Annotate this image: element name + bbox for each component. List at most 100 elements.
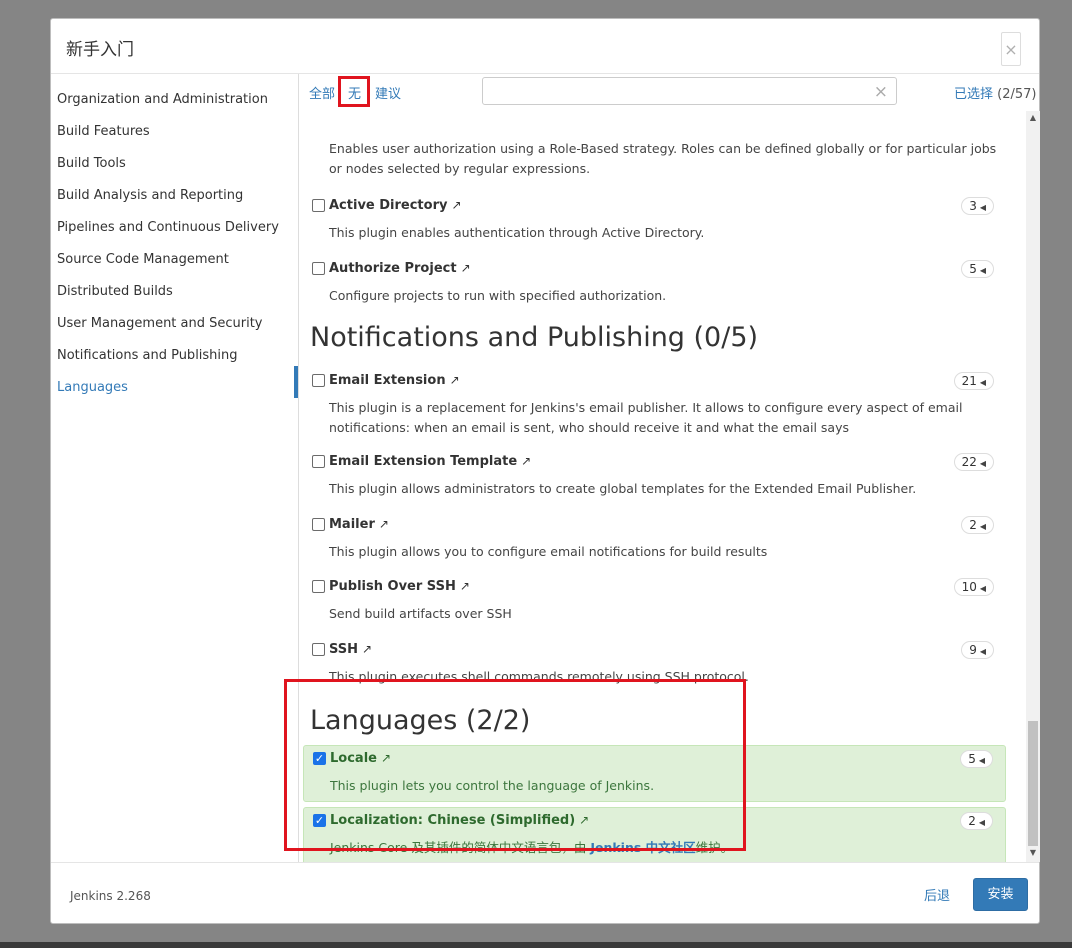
plugin-name[interactable]: SSH ↗ <box>329 642 372 657</box>
category-sidebar: Organization and Administration Build Fe… <box>51 74 299 862</box>
plugin-role-strategy: Enables user authorization using a Role-… <box>303 115 1006 176</box>
dialog-title: 新手入门 <box>66 40 134 60</box>
plugin-active-directory: Active Directory ↗ 3 ◀ This plugin enables… <box>303 193 1006 243</box>
plugin-checkbox[interactable] <box>312 262 325 275</box>
plugin-name-text[interactable]: Publish Over SSH <box>329 579 456 594</box>
selected-count-value: (2/57) <box>997 87 1037 102</box>
external-link-icon[interactable]: ↗ <box>461 261 471 275</box>
dependency-count: 3 <box>969 199 977 213</box>
plugin-description: This plugin is a replacement for Jenkins… <box>329 400 963 435</box>
dependency-count: 9 <box>969 643 977 657</box>
sidebar-item-user-management-security[interactable]: User Management and Security <box>57 316 263 331</box>
sidebar-item-distributed-builds[interactable]: Distributed Builds <box>57 284 173 299</box>
external-link-icon[interactable]: ↗ <box>451 198 461 212</box>
dependency-badge[interactable]: 22 ◀ <box>953 453 994 471</box>
dialog-header: 新手入门 × <box>51 19 1039 74</box>
dependency-badge[interactable]: 9 ◀ <box>961 641 994 659</box>
dependency-count: 2 <box>968 814 976 828</box>
section-title-notifications: Notifications and Publishing (0/5) <box>310 322 759 353</box>
plugin-checkbox[interactable] <box>312 455 325 468</box>
plugin-checkbox[interactable] <box>312 580 325 593</box>
selected-count[interactable]: 已选择 (2/57) <box>954 83 1037 102</box>
caret-left-icon: ◀ <box>979 584 986 593</box>
dialog-footer: Jenkins 2.268 后退 安装 <box>51 862 1039 924</box>
plugin-name-text[interactable]: SSH <box>329 642 358 657</box>
plugin-name[interactable]: Publish Over SSH ↗ <box>329 579 470 594</box>
taskbar-edge <box>0 942 1072 948</box>
plugin-name[interactable]: Authorize Project ↗ <box>329 261 471 276</box>
plugin-description: Enables user authorization using a Role-… <box>329 141 997 176</box>
external-link-icon[interactable]: ↗ <box>362 642 372 656</box>
sidebar-item-build-features[interactable]: Build Features <box>57 124 150 139</box>
dependency-badge[interactable]: 3 ◀ <box>961 197 994 215</box>
caret-left-icon: ◀ <box>979 459 986 468</box>
plugin-name[interactable]: Email Extension Template ↗ <box>329 454 531 469</box>
plugin-name-text[interactable]: Active Directory <box>329 198 447 213</box>
dependency-badge[interactable]: 21 ◀ <box>953 372 994 390</box>
external-link-icon[interactable]: ↗ <box>521 454 531 468</box>
external-link-icon[interactable]: ↗ <box>450 373 460 387</box>
plugin-checkbox[interactable] <box>312 643 325 656</box>
scroll-up-icon[interactable]: ▲ <box>1026 113 1040 122</box>
sidebar-item-source-code-management[interactable]: Source Code Management <box>57 252 229 267</box>
sidebar-item-build-analysis-reporting[interactable]: Build Analysis and Reporting <box>57 188 243 203</box>
select-all-link[interactable]: 全部 <box>309 83 335 102</box>
dependency-badge[interactable]: 5 ◀ <box>960 750 993 768</box>
sidebar-item-notifications-publishing[interactable]: Notifications and Publishing <box>57 348 238 363</box>
caret-left-icon: ◀ <box>979 203 986 212</box>
caret-left-icon: ◀ <box>979 378 986 387</box>
annotation-highlight-languages <box>284 679 746 851</box>
scrollbar-thumb[interactable] <box>1028 721 1038 846</box>
dependency-badge[interactable]: 2 ◀ <box>960 812 993 830</box>
plugin-description: This plugin enables authentication throu… <box>329 225 705 240</box>
plugin-list-scrollbar[interactable]: ▲ ▼ <box>1026 111 1040 862</box>
sidebar-item-pipelines-cd[interactable]: Pipelines and Continuous Delivery <box>57 220 279 235</box>
plugin-email-extension: Email Extension ↗ 21 ◀ This plugin is a re… <box>303 368 1006 438</box>
plugin-name-text[interactable]: Authorize Project <box>329 261 457 276</box>
plugin-name-text[interactable]: Mailer <box>329 517 375 532</box>
external-link-icon[interactable]: ↗ <box>379 517 389 531</box>
plugin-search-input[interactable]: × <box>482 77 897 105</box>
plugin-name[interactable]: Mailer ↗ <box>329 517 389 532</box>
close-button[interactable]: × <box>1001 32 1021 66</box>
dependency-badge[interactable]: 10 ◀ <box>953 578 994 596</box>
install-button[interactable]: 安装 <box>973 878 1028 911</box>
plugin-checkbox[interactable] <box>312 374 325 387</box>
scroll-down-icon[interactable]: ▼ <box>1026 848 1040 857</box>
plugin-description: Configure projects to run with specified… <box>329 288 667 303</box>
plugin-name[interactable]: Active Directory ↗ <box>329 198 462 213</box>
plugin-description: This plugin allows you to configure emai… <box>329 544 768 559</box>
jenkins-version: Jenkins 2.268 <box>70 889 151 903</box>
plugin-email-extension-template: Email Extension Template ↗ 22 ◀ This plugi… <box>303 449 1006 499</box>
external-link-icon[interactable]: ↗ <box>460 579 470 593</box>
plugin-description: Send build artifacts over SSH <box>329 606 512 621</box>
plugin-name-text[interactable]: Email Extension Template <box>329 454 517 469</box>
back-button[interactable]: 后退 <box>924 885 950 904</box>
clear-search-icon[interactable]: × <box>874 82 888 102</box>
plugin-toolbar: 全部 | 无 | 建议 × 已选择 (2/57) <box>300 74 1039 111</box>
dependency-badge[interactable]: 2 ◀ <box>961 516 994 534</box>
dependency-count: 2 <box>969 518 977 532</box>
caret-left-icon: ◀ <box>979 522 986 531</box>
sidebar-item-languages[interactable]: Languages <box>57 380 128 395</box>
sidebar-item-organization-administration[interactable]: Organization and Administration <box>57 92 268 107</box>
caret-left-icon: ◀ <box>979 266 986 275</box>
dependency-count: 21 <box>961 374 977 388</box>
dependency-count: 10 <box>961 580 977 594</box>
dependency-count: 5 <box>968 752 976 766</box>
select-suggested-link[interactable]: 建议 <box>375 83 401 102</box>
annotation-highlight-none <box>338 76 370 107</box>
plugin-name[interactable]: Email Extension ↗ <box>329 373 460 388</box>
dependency-badge[interactable]: 5 ◀ <box>961 260 994 278</box>
plugin-name-text[interactable]: Email Extension <box>329 373 446 388</box>
caret-left-icon: ◀ <box>979 647 986 656</box>
plugin-checkbox[interactable] <box>312 518 325 531</box>
plugin-publish-over-ssh: Publish Over SSH ↗ 10 ◀ Send build artifac… <box>303 574 1006 624</box>
sidebar-item-build-tools[interactable]: Build Tools <box>57 156 126 171</box>
dependency-count: 5 <box>969 262 977 276</box>
plugin-checkbox[interactable] <box>312 199 325 212</box>
plugin-mailer: Mailer ↗ 2 ◀ This plugin allows you to con… <box>303 512 1006 562</box>
plugin-description: This plugin allows administrators to cre… <box>329 481 917 496</box>
selected-label[interactable]: 已选择 <box>954 87 993 102</box>
caret-left-icon: ◀ <box>978 818 985 827</box>
